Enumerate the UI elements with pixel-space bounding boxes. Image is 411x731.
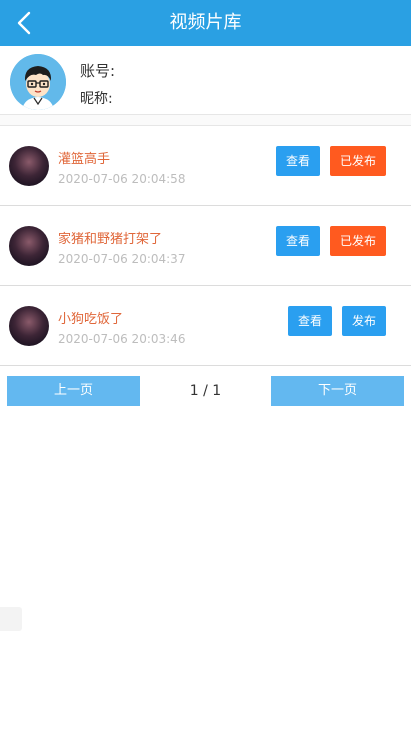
- floating-side-tab[interactable]: [0, 607, 22, 631]
- video-timestamp: 2020-07-06 20:03:46: [58, 332, 186, 346]
- avatar: [10, 54, 66, 110]
- pagination: 上一页 1 / 1 下一页: [0, 376, 411, 406]
- video-thumbnail: [9, 226, 49, 266]
- view-button[interactable]: 查看: [276, 146, 320, 176]
- page-title: 视频片库: [169, 12, 242, 33]
- list-item: 家猪和野猪打架了 2020-07-06 20:04:37 查看 已发布: [0, 206, 411, 286]
- page: 视频片库 账号: 昵称: 灌篮高手 2020-07-06 20:04:58 查看…: [0, 0, 411, 731]
- top-bar: 视频片库: [0, 0, 411, 46]
- list-item: 小狗吃饭了 2020-07-06 20:03:46 查看 发布: [0, 286, 411, 366]
- profile-section: 账号: 昵称:: [0, 46, 411, 114]
- published-button[interactable]: 已发布: [330, 146, 386, 176]
- video-title[interactable]: 小狗吃饭了: [58, 308, 123, 327]
- video-thumbnail: [9, 146, 49, 186]
- video-list: 灌篮高手 2020-07-06 20:04:58 查看 已发布 家猪和野猪打架了…: [0, 126, 411, 366]
- section-divider: [0, 114, 411, 126]
- account-label: 账号:: [80, 62, 116, 80]
- video-timestamp: 2020-07-06 20:04:58: [58, 172, 186, 186]
- nickname-line: 昵称:: [80, 88, 113, 108]
- video-timestamp: 2020-07-06 20:04:37: [58, 252, 186, 266]
- view-button[interactable]: 查看: [276, 226, 320, 256]
- publish-button[interactable]: 发布: [342, 306, 386, 336]
- published-button[interactable]: 已发布: [330, 226, 386, 256]
- next-page-button[interactable]: 下一页: [271, 376, 404, 406]
- view-button[interactable]: 查看: [288, 306, 332, 336]
- video-thumbnail: [9, 306, 49, 346]
- video-title[interactable]: 家猪和野猪打架了: [58, 228, 162, 247]
- cartoon-avatar-icon: [10, 54, 66, 110]
- list-item: 灌篮高手 2020-07-06 20:04:58 查看 已发布: [0, 126, 411, 206]
- nickname-label: 昵称:: [80, 91, 113, 107]
- video-title[interactable]: 灌篮高手: [58, 148, 110, 167]
- account-line: 账号:: [80, 60, 115, 81]
